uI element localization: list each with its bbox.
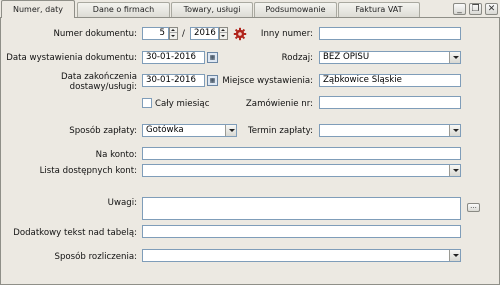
numer-dokumentu-label: Numer dokumentu: (53, 29, 138, 39)
tab-bar: Numer, daty Dane o firmach Towary, usług… (0, 0, 500, 18)
spin-up-icon[interactable] (170, 28, 177, 33)
sposob-rozliczenia-select[interactable] (142, 249, 461, 262)
chevron-down-icon[interactable] (225, 125, 236, 136)
minimize-button[interactable]: _ (453, 3, 466, 15)
uwagi-textarea[interactable] (142, 197, 461, 220)
miejsce-label: Miejsce wystawienia: (222, 76, 313, 86)
termin-zaplaty-label: Termin zapłaty: (247, 126, 313, 136)
uwagi-label: Uwagi: (107, 198, 137, 208)
rodzaj-select[interactable]: BEZ OPISU (319, 51, 461, 64)
calendar-icon[interactable]: ▦ (207, 75, 218, 86)
tab-podsumowanie[interactable]: Podsumowanie (254, 2, 337, 17)
zamowienie-label: Zamówienie nr: (245, 99, 313, 109)
sposob-zaplaty-value: Gotówka (146, 125, 184, 135)
miejsce-input[interactable]: Ząbkowice Śląskie (319, 74, 461, 87)
gear-icon[interactable] (233, 27, 247, 41)
tab-page-numer-daty: Numer dokumentu: 5 / 2016 Inny numer: Da… (0, 17, 500, 285)
rodzaj-value: BEZ OPISU (323, 52, 370, 62)
inny-numer-input[interactable] (319, 27, 461, 40)
caly-miesiac-checkbox[interactable] (142, 98, 152, 108)
lista-kont-select[interactable] (142, 164, 461, 177)
tab-dane-o-firmach[interactable]: Dane o firmach (77, 2, 170, 17)
sposob-zaplaty-label: Sposób zapłaty: (69, 126, 137, 136)
lista-kont-label: Lista dostępnych kont: (39, 166, 137, 176)
data-zakonczenia-label-line2: dostawy/usługi: (69, 82, 137, 92)
spin-down-icon[interactable] (220, 34, 227, 39)
tab-faktura-vat[interactable]: Faktura VAT (338, 2, 420, 17)
invoice-window: Numer, daty Dane o firmach Towary, usług… (0, 0, 500, 285)
dodatkowy-tekst-label: Dodatkowy tekst nad tabelą: (13, 228, 137, 238)
spin-up-icon[interactable] (220, 28, 227, 33)
inny-numer-label: Inny numer: (260, 29, 313, 39)
sposob-zaplaty-select[interactable]: Gotówka (142, 124, 237, 137)
tab-towary-uslugi[interactable]: Towary, usługi (171, 2, 253, 17)
na-konto-input[interactable] (142, 147, 461, 160)
chevron-down-icon[interactable] (449, 125, 460, 136)
numer-input[interactable]: 5 (142, 27, 169, 40)
data-wystawienia-label: Data wystawienia dokumentu: (6, 53, 137, 63)
ellipsis-icon[interactable]: ... (467, 203, 480, 212)
termin-zaplaty-select[interactable] (319, 124, 461, 137)
data-zakonczenia-input[interactable]: 30-01-2016 (142, 74, 205, 87)
rok-spinner[interactable] (219, 27, 228, 40)
zamowienie-input[interactable] (319, 96, 461, 109)
number-separator: / (182, 29, 185, 39)
numer-spinner[interactable] (169, 27, 178, 40)
rok-input[interactable]: 2016 (190, 27, 219, 40)
data-wystawienia-input[interactable]: 30-01-2016 (142, 51, 205, 64)
tab-numer-daty[interactable]: Numer, daty (1, 0, 75, 18)
dodatkowy-tekst-input[interactable] (142, 225, 461, 238)
caly-miesiac-label: Cały miesiąc (155, 99, 210, 109)
data-zakonczenia-label-line1: Data zakończenia (60, 72, 137, 82)
chevron-down-icon[interactable] (449, 250, 460, 261)
rodzaj-label: Rodzaj: (281, 53, 313, 63)
restore-button[interactable]: ❐ (469, 3, 482, 15)
chevron-down-icon[interactable] (449, 52, 460, 63)
sposob-rozliczenia-label: Sposób rozliczenia: (54, 252, 138, 262)
spin-down-icon[interactable] (170, 34, 177, 39)
na-konto-label: Na konto: (95, 150, 137, 160)
chevron-down-icon[interactable] (449, 165, 460, 176)
close-button[interactable]: ✕ (485, 3, 498, 15)
calendar-icon[interactable]: ▦ (207, 52, 218, 63)
